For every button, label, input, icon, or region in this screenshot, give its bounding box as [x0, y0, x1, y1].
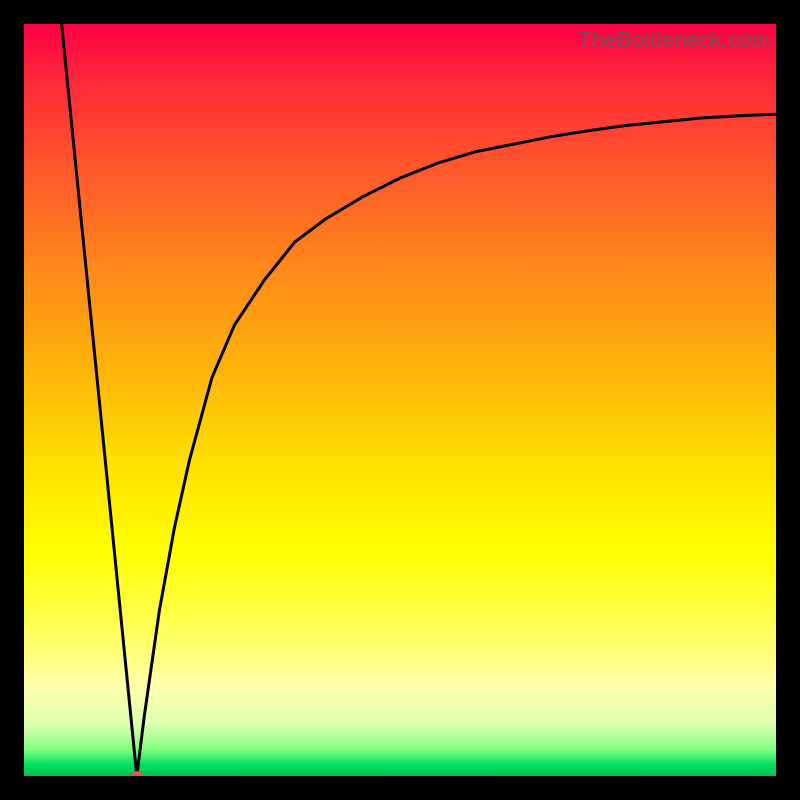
watermark-text: TheBottleneck.com	[578, 27, 770, 53]
minimum-marker	[130, 771, 144, 776]
curve-svg	[24, 24, 776, 776]
chart-container: TheBottleneck.com	[0, 0, 800, 800]
right-branch-path	[137, 114, 776, 776]
left-branch-path	[62, 24, 137, 776]
plot-area: TheBottleneck.com	[24, 24, 776, 776]
